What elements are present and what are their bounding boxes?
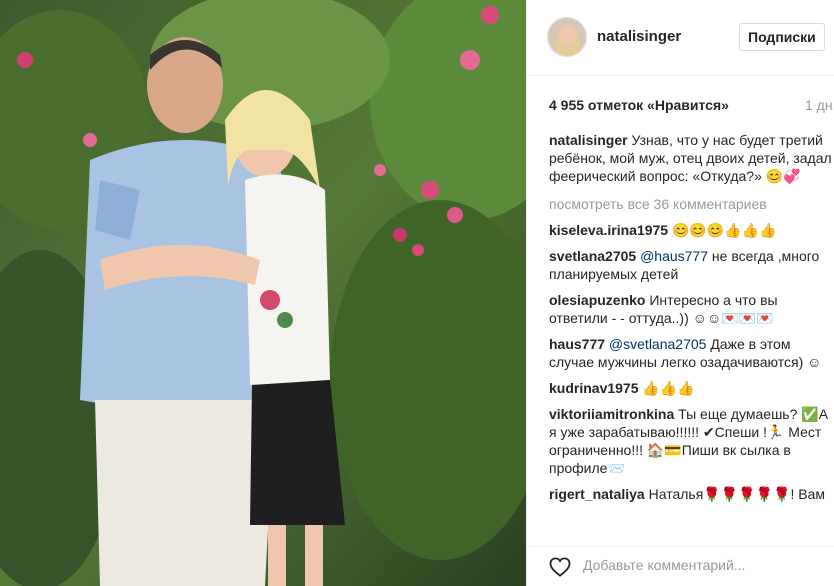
- comment-username[interactable]: kiseleva.irina1975: [549, 222, 668, 238]
- comment-username[interactable]: kudrinav1975: [549, 380, 639, 396]
- post-caption: natalisinger Узнав, что у нас будет трет…: [549, 131, 834, 185]
- comment: kiseleva.irina1975 😊😊😊👍👍👍: [549, 221, 834, 239]
- comment-mention[interactable]: @svetlana2705: [605, 336, 707, 352]
- following-button[interactable]: Подписки: [739, 23, 825, 51]
- comment-username[interactable]: haus777: [549, 336, 605, 352]
- username[interactable]: natalisinger: [597, 28, 681, 45]
- add-comment-input[interactable]: Добавьте комментарий...: [583, 557, 745, 573]
- view-all-comments-link[interactable]: посмотреть все 36 комментариев: [549, 195, 834, 213]
- heart-icon[interactable]: [549, 557, 571, 582]
- comment: haus777 @svetlana2705 Даже в этом случае…: [549, 335, 834, 371]
- post-header: natalisinger Подписки: [527, 0, 834, 76]
- comment-username[interactable]: viktoriiamitronkina: [549, 406, 674, 422]
- comment-text: 😊😊😊👍👍👍: [668, 222, 777, 238]
- comment-username[interactable]: rigert_nataliya: [549, 486, 645, 502]
- comment-footer: Добавьте комментарий...: [527, 546, 834, 586]
- post-sidebar: natalisinger Подписки 4 955 отметок «Нра…: [526, 0, 834, 586]
- comment: viktoriiamitronkina Ты еще думаешь? ✅А я…: [549, 405, 834, 477]
- comment-username[interactable]: olesiapuzenko: [549, 292, 645, 308]
- comment-text: Наталья🌹🌹🌹🌹🌹! Вам: [644, 486, 825, 502]
- comment: olesiapuzenko Интересно а что вы ответил…: [549, 291, 834, 327]
- post-photo[interactable]: [0, 0, 526, 586]
- comment: rigert_nataliya Наталья🌹🌹🌹🌹🌹! Вам: [549, 485, 834, 503]
- comment-text: 👍👍👍: [638, 380, 695, 396]
- comments-list: natalisinger Узнав, что у нас будет трет…: [549, 131, 834, 511]
- comment: kudrinav1975 👍👍👍: [549, 379, 834, 397]
- post-age[interactable]: 1 дн.: [805, 97, 834, 113]
- comment-mention[interactable]: @haus777: [636, 248, 708, 264]
- comment: svetlana2705 @haus777 не всегда ,много п…: [549, 247, 834, 283]
- caption-username[interactable]: natalisinger: [549, 132, 628, 148]
- comment-username[interactable]: svetlana2705: [549, 248, 636, 264]
- avatar[interactable]: [547, 17, 587, 57]
- likes-count[interactable]: 4 955 отметок «Нравится»: [549, 97, 729, 113]
